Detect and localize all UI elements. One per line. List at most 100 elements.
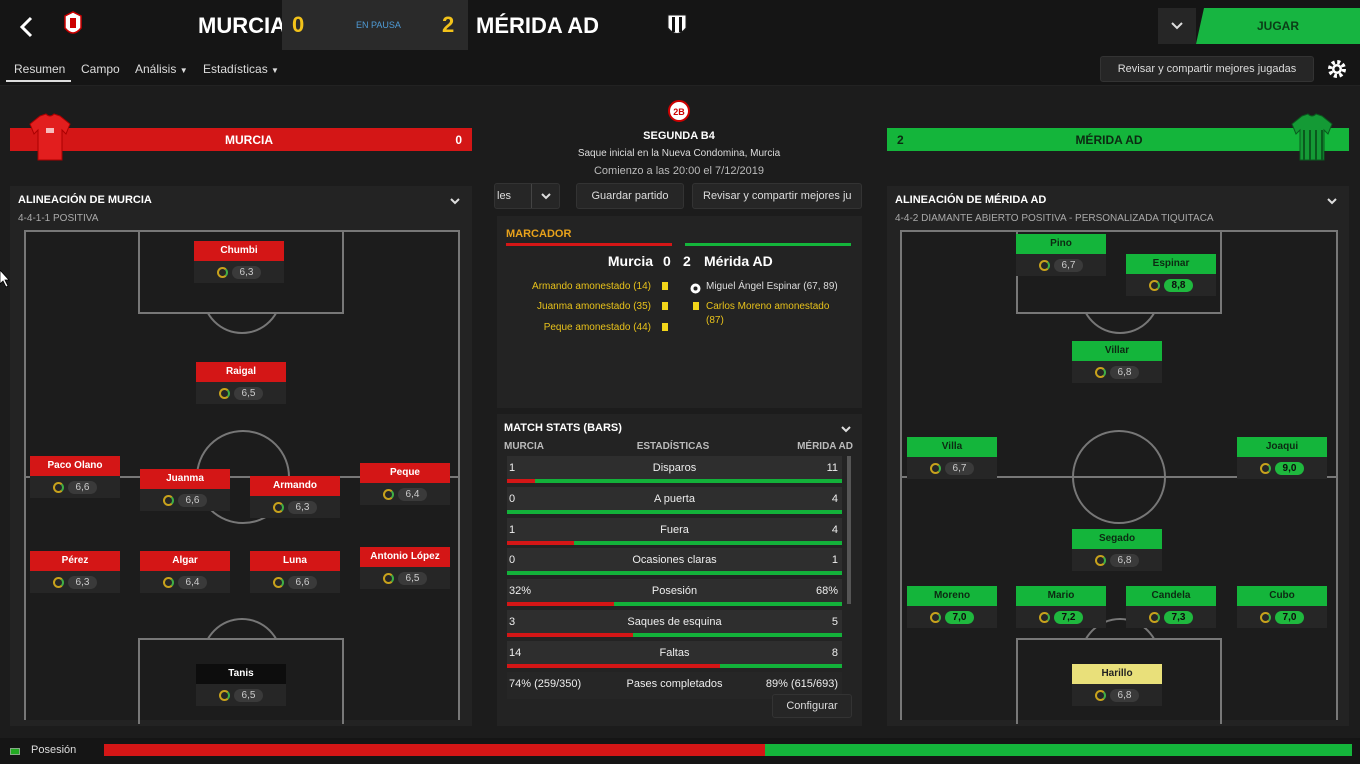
home-formation: 4-4-1-1 POSITIVA (18, 213, 99, 224)
score-home-team: Murcia (607, 253, 653, 269)
stats-title: MATCH STATS (BARS) (504, 422, 622, 434)
away-player-card[interactable]: Segado 6,8 (1072, 529, 1162, 571)
stat-away-value: 68% (815, 585, 838, 597)
home-player-card[interactable]: Algar 6,4 (140, 551, 230, 593)
away-score: 2 (442, 12, 455, 37)
stat-away-value: 5 (831, 616, 838, 628)
share-highlights-button[interactable]: Revisar y compartir mejores jugadas (1100, 56, 1314, 82)
player-name: Villa (907, 437, 997, 457)
tab-estadisticas-label: Estadísticas (203, 62, 268, 76)
rating-icon (1094, 554, 1106, 566)
player-rating: 6,3 (67, 575, 98, 589)
configure-button[interactable]: Configurar (772, 694, 852, 718)
stats-col-away: MÉRIDA AD (797, 441, 853, 452)
tab-resumen[interactable]: Resumen (14, 62, 65, 76)
score-away-team: Mérida AD (704, 253, 773, 269)
chevron-down-icon[interactable] (1325, 194, 1339, 206)
away-player-card[interactable]: Harillo 6,8 (1072, 664, 1162, 706)
player-rating: 6,5 (233, 386, 264, 400)
home-event: Juanma amonestado (35) (537, 301, 651, 312)
player-rating: 6,3 (287, 500, 318, 514)
center-view-dropdown-label: les (497, 190, 512, 202)
player-name: Espinar (1126, 254, 1216, 274)
away-team-banner: 2 MÉRIDA AD (887, 128, 1349, 151)
stat-bar (507, 541, 842, 545)
scoreboard-panel: MARCADOR Murcia 0 2 Mérida AD (497, 216, 862, 408)
player-rating: 6,6 (67, 480, 98, 494)
home-banner-name: MURCIA (225, 133, 273, 147)
kickoff-venue: Saque inicial en la Nueva Condomina, Mur… (577, 148, 781, 159)
away-formation: 4-4-2 DIAMANTE ABIERTO POSITIVA - PERSON… (895, 213, 1214, 224)
stat-row: 32% Posesión 68% (507, 579, 842, 606)
away-player-card[interactable]: Candela 7,3 (1126, 586, 1216, 628)
home-player-card[interactable]: Paco Olano 6,6 (30, 456, 120, 498)
scoreboard: 0 EN PAUSA 2 (282, 0, 468, 50)
player-rating: 6,3 (231, 265, 262, 279)
rating-icon (1038, 259, 1050, 271)
scoreboard-title: MARCADOR (506, 228, 572, 240)
back-button[interactable] (14, 12, 40, 42)
kickoff-time: Comienzo a las 20:00 el 7/12/2019 (593, 165, 764, 177)
player-rating: 6,4 (397, 487, 428, 501)
tab-estadisticas[interactable]: Estadísticas ▼ (203, 62, 279, 76)
home-player-card[interactable]: Juanma 6,6 (140, 469, 230, 511)
player-name: Mario (1016, 586, 1106, 606)
player-name: Peque (360, 463, 450, 483)
away-player-card[interactable]: Cubo 7,0 (1237, 586, 1327, 628)
rating-icon (218, 689, 230, 701)
player-name: Harillo (1072, 664, 1162, 684)
away-player-card[interactable]: Espinar 8,8 (1126, 254, 1216, 296)
settings-gear-icon[interactable] (1326, 58, 1348, 80)
tab-analisis[interactable]: Análisis ▼ (135, 62, 188, 76)
stat-bar (507, 664, 842, 668)
play-button[interactable]: JUGAR (1196, 8, 1360, 44)
stat-label: Faltas (659, 647, 690, 659)
home-player-card[interactable]: Raigal 6,5 (196, 362, 286, 404)
away-player-card[interactable]: Villar 6,8 (1072, 341, 1162, 383)
player-rating: 6,8 (1109, 553, 1140, 567)
player-name: Juanma (140, 469, 230, 489)
tab-campo[interactable]: Campo (81, 62, 120, 76)
play-options-button[interactable] (1158, 8, 1196, 44)
home-player-card[interactable]: Luna 6,6 (250, 551, 340, 593)
stat-label: Disparos (652, 462, 697, 474)
chevron-down-icon[interactable] (839, 422, 853, 434)
player-name: Antonio López (360, 547, 450, 567)
player-rating: 6,5 (233, 688, 264, 702)
rating-icon (216, 266, 228, 278)
rating-icon (1148, 611, 1160, 623)
rating-icon (929, 462, 941, 474)
home-player-card[interactable]: Chumbi 6,3 (194, 241, 284, 283)
chevron-down-icon[interactable] (448, 194, 462, 206)
away-goal-event: Miguel Ángel Espinar (67, 89) (706, 281, 838, 292)
away-player-card[interactable]: Moreno 7,0 (907, 586, 997, 628)
rating-icon (382, 488, 394, 500)
home-player-card[interactable]: Armando 6,3 (250, 476, 340, 518)
away-player-card[interactable]: Pino 6,7 (1016, 234, 1106, 276)
rating-icon (1094, 689, 1106, 701)
home-crest-icon (62, 10, 84, 40)
home-player-card[interactable]: Peque 6,4 (360, 463, 450, 505)
home-player-card[interactable]: Antonio López 6,5 (360, 547, 450, 589)
away-player-card[interactable]: Joaqui 9,0 (1237, 437, 1327, 479)
rating-icon (162, 494, 174, 506)
yellow-card-icon (693, 302, 699, 310)
home-player-card[interactable]: Tanis 6,5 (196, 664, 286, 706)
player-name: Pino (1016, 234, 1106, 254)
rating-icon (272, 576, 284, 588)
away-player-card[interactable]: Mario 7,2 (1016, 586, 1106, 628)
away-player-card[interactable]: Villa 6,7 (907, 437, 997, 479)
player-name: Moreno (907, 586, 997, 606)
save-match-button[interactable]: Guardar partido (576, 183, 684, 209)
stat-row: 1 Disparos 11 (507, 456, 842, 483)
stat-bar (507, 510, 842, 514)
stats-scrollbar[interactable] (847, 456, 851, 604)
rating-icon (1038, 611, 1050, 623)
home-player-card[interactable]: Pérez 6,3 (30, 551, 120, 593)
center-view-dropdown[interactable]: les (494, 183, 560, 209)
competition-name: SEGUNDA B4 (643, 130, 715, 142)
home-lineup-title: ALINEACIÓN DE MURCIA (18, 194, 152, 206)
player-name: Villar (1072, 341, 1162, 361)
share-highlights-button-secondary[interactable]: Revisar y compartir mejores ju (692, 183, 862, 209)
player-name: Raigal (196, 362, 286, 382)
